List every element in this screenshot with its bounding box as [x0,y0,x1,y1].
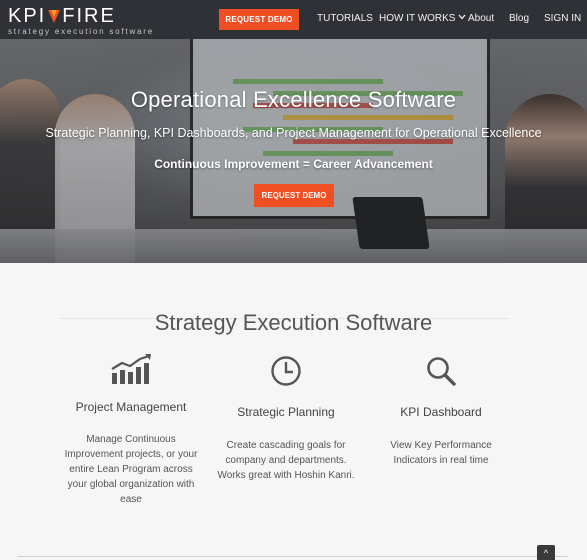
feature-description: Manage Continuous Improvement projects, … [64,434,198,505]
features-section: Strategy Execution Software Project Mana… [0,263,587,560]
logo-tagline: strategy execution software [8,27,154,36]
logo-text-left: KPI [8,5,47,27]
feature-title: Strategic Planning [237,405,335,419]
feature-kpi-dashboard: KPI Dashboard View Key Performance Indic… [366,355,516,468]
logo-text-right: FIRE [62,5,116,27]
nav-item-how-it-works[interactable]: HOW IT WORKS [379,13,466,24]
hero-request-demo-button[interactable]: REQUEST DEMO [254,184,334,207]
hero-banner: Operational Excellence Software Strategi… [0,39,587,263]
feature-title: Project Management [75,400,187,414]
chevron-up-icon: ^ [543,547,549,558]
nav-item-about[interactable]: About [468,13,494,24]
kpifire-logo[interactable]: KPI FIRE strategy execution software [8,5,154,36]
chevron-down-icon [458,14,466,22]
search-icon [366,355,516,392]
nav-item-sign-in[interactable]: SIGN IN [544,13,581,24]
feature-title: KPI Dashboard [400,405,482,419]
nav-item-blog[interactable]: Blog [509,13,529,24]
top-navigation-bar: KPI FIRE strategy execution software REQ… [0,0,587,39]
scroll-to-top-button[interactable]: ^ [537,545,555,560]
feature-description: Create cascading goals for company and d… [217,440,355,481]
clock-icon [211,355,361,392]
nav-request-demo-button[interactable]: REQUEST DEMO [219,9,299,30]
flame-logo-mark-icon [47,8,61,24]
feature-strategic-planning: Strategic Planning Create cascading goal… [211,355,361,483]
bar-chart-trend-icon [56,353,206,390]
nav-item-tutorials[interactable]: TUTORIALS [317,13,373,24]
hero-subtitle: Strategic Planning, KPI Dashboards, and … [45,126,542,140]
feature-description: View Key Performance Indicators in real … [390,440,492,466]
section-bottom-divider [18,556,568,557]
section-title: Strategy Execution Software [154,310,433,335]
hero-tagline: Continuous Improvement = Career Advancem… [154,157,433,171]
hero-title: Operational Excellence Software [130,87,457,112]
feature-project-management: Project Management Manage Continuous Imp… [56,353,206,507]
